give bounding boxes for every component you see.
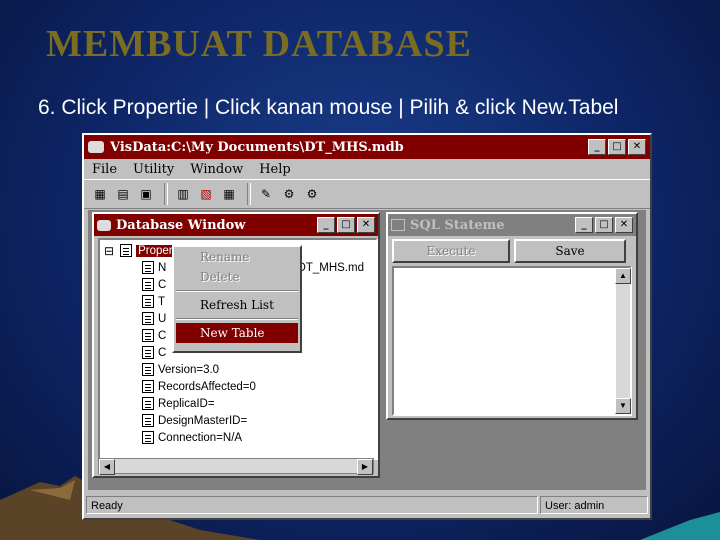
property-icon xyxy=(142,312,154,325)
property-icon xyxy=(142,278,154,291)
dynaset-icon[interactable]: ▤ xyxy=(113,184,133,204)
tree-item-label: C xyxy=(158,329,167,342)
tree-item-label: Connection=N/A xyxy=(158,431,243,444)
menu-bar: File Utility Window Help xyxy=(84,159,650,179)
db-close-button[interactable]: ✕ xyxy=(357,217,375,233)
tree-item-label: T xyxy=(158,295,166,308)
tree-item[interactable]: C xyxy=(142,327,166,344)
property-icon xyxy=(142,380,154,393)
commit-icon[interactable]: ⚙ xyxy=(279,184,299,204)
slide-title: MEMBUAT DATABASE xyxy=(46,23,472,65)
property-icon xyxy=(142,329,154,342)
db-minimize-button[interactable]: _ xyxy=(317,217,335,233)
app-titlebar[interactable]: VisData:C:\My Documents\DT_MHS.mdb _ □ ✕ xyxy=(84,135,650,159)
tree-item-label: Version=3.0 xyxy=(158,363,220,376)
sql-window-title: SQL Stateme xyxy=(410,217,505,233)
app-title: VisData:C:\My Documents\DT_MHS.mdb xyxy=(110,139,404,155)
table-view-icon[interactable]: ▦ xyxy=(90,184,110,204)
sql-minimize-button[interactable]: _ xyxy=(575,217,593,233)
horizontal-scrollbar[interactable]: ◀ ▶ xyxy=(98,458,374,475)
tree-item[interactable]: T xyxy=(142,293,165,310)
menu-help[interactable]: Help xyxy=(259,162,291,177)
tree-item-label: C xyxy=(158,278,167,291)
toolbar-separator xyxy=(164,183,168,205)
save-button[interactable]: Save xyxy=(514,239,626,263)
status-user: User: admin xyxy=(540,496,648,514)
property-icon xyxy=(142,397,154,410)
snapshot-icon[interactable]: ▣ xyxy=(136,184,156,204)
tree-item-label: ReplicaID= xyxy=(158,397,215,410)
grid-icon[interactable]: ▦ xyxy=(219,184,239,204)
scroll-right-icon[interactable]: ▶ xyxy=(357,459,373,475)
sql-close-button[interactable]: ✕ xyxy=(615,217,633,233)
menu-utility[interactable]: Utility xyxy=(133,162,174,177)
collapse-icon[interactable]: ⊟ xyxy=(104,244,114,258)
property-icon xyxy=(142,431,154,444)
tree-item[interactable]: Connection=N/A xyxy=(142,429,242,446)
menu-divider xyxy=(176,318,298,320)
tree-item[interactable]: C xyxy=(142,344,166,361)
tree-item[interactable]: DesignMasterID= xyxy=(142,412,247,429)
menu-file[interactable]: File xyxy=(92,162,117,177)
tree-item-value: \DT_MHS.md xyxy=(294,261,364,274)
sql-icon xyxy=(391,219,405,231)
scroll-left-icon[interactable]: ◀ xyxy=(99,459,115,475)
sql-window-titlebar[interactable]: SQL Stateme _ □ ✕ xyxy=(388,214,636,236)
database-window-titlebar[interactable]: Database Window _ □ ✕ xyxy=(94,214,378,236)
database-icon xyxy=(97,219,111,231)
sql-text-area[interactable]: ▲ ▼ xyxy=(392,266,632,416)
db-maximize-button[interactable]: □ xyxy=(337,217,355,233)
toolbar: ▦ ▤ ▣ ▥ ▧ ▦ ✎ ⚙ ⚙ xyxy=(84,179,650,209)
tree-item[interactable]: ReplicaID= xyxy=(142,395,215,412)
tree-item-label: RecordsAffected=0 xyxy=(158,380,256,393)
database-window-title: Database Window xyxy=(116,217,246,233)
property-icon xyxy=(120,244,133,257)
status-ready: Ready xyxy=(86,496,538,514)
vertical-scrollbar[interactable]: ▲ ▼ xyxy=(615,268,631,414)
sql-maximize-button[interactable]: □ xyxy=(595,217,613,233)
tree-item[interactable]: Version=3.0 xyxy=(142,361,219,378)
menu-divider xyxy=(176,290,298,292)
maximize-button[interactable]: □ xyxy=(608,139,626,155)
context-new-table[interactable]: New Table xyxy=(176,323,298,343)
scroll-down-icon[interactable]: ▼ xyxy=(615,398,631,414)
property-icon xyxy=(142,414,154,427)
scroll-up-icon[interactable]: ▲ xyxy=(615,268,631,284)
context-refresh-list[interactable]: Refresh List xyxy=(176,295,298,315)
begin-transaction-icon[interactable]: ✎ xyxy=(256,184,276,204)
context-delete[interactable]: Delete xyxy=(176,267,298,287)
property-icon xyxy=(142,363,154,376)
tree-item-label: U xyxy=(158,312,167,325)
toolbar-separator xyxy=(247,183,251,205)
menu-window[interactable]: Window xyxy=(190,162,243,177)
property-icon xyxy=(142,261,154,274)
context-menu: Rename Delete Refresh List New Table xyxy=(172,245,302,353)
property-icon xyxy=(142,346,154,359)
grid-delete-icon[interactable]: ▧ xyxy=(196,184,216,204)
slide-subtitle: 6. Click Propertie | Click kanan mouse |… xyxy=(38,96,619,119)
minimize-button[interactable]: _ xyxy=(588,139,606,155)
close-button[interactable]: ✕ xyxy=(628,139,646,155)
tree-item[interactable]: U xyxy=(142,310,166,327)
tree-item-label: N xyxy=(158,261,167,274)
tree-item-label: DesignMasterID= xyxy=(158,414,248,427)
rollback-icon[interactable]: ⚙ xyxy=(302,184,322,204)
tree-item[interactable]: C xyxy=(142,276,166,293)
visdata-window: VisData:C:\My Documents\DT_MHS.mdb _ □ ✕… xyxy=(82,133,652,520)
property-icon xyxy=(142,295,154,308)
context-rename[interactable]: Rename xyxy=(176,247,298,267)
tree-item[interactable]: RecordsAffected=0 xyxy=(142,378,256,395)
app-icon xyxy=(88,141,104,153)
form-icon[interactable]: ▥ xyxy=(173,184,193,204)
tree-item-label: C xyxy=(158,346,167,359)
status-bar: Ready User: admin xyxy=(86,496,648,516)
sql-statement-window: SQL Stateme _ □ ✕ Execute Save ▲ ▼ xyxy=(386,212,638,420)
execute-button[interactable]: Execute xyxy=(392,239,510,263)
